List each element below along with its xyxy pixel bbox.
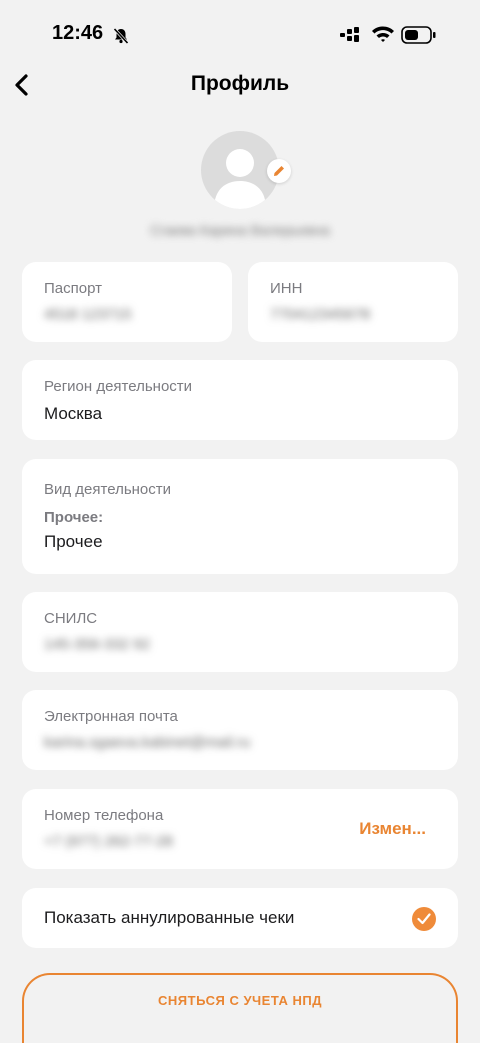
snils-value: 145-356-332 92 <box>44 636 150 653</box>
show-cancelled-row[interactable]: Показать аннулированные чеки <box>22 888 458 948</box>
activity-label: Вид деятельности <box>44 481 172 498</box>
deregister-button[interactable]: СНЯТЬСЯ С УЧЕТА НПД <box>22 973 458 1043</box>
battery-icon <box>401 26 437 49</box>
passport-card: Паспорт 4518 123715 <box>22 262 232 342</box>
inn-value: 770412345678 <box>270 306 371 323</box>
change-phone-button[interactable]: Измен... <box>359 819 426 839</box>
avatar-container <box>201 131 291 209</box>
phone-value: +7 (977) 262-77-28 <box>44 833 173 850</box>
bell-slash-icon <box>112 27 130 50</box>
passport-value: 4518 123715 <box>44 306 132 323</box>
checkmark-icon <box>417 913 431 925</box>
user-name: Сгаева Карина Валерьевна <box>150 222 330 238</box>
page-title: Профиль <box>190 72 290 95</box>
wifi-icon <box>371 25 395 48</box>
region-value: Москва <box>44 404 103 423</box>
pencil-icon <box>274 166 284 176</box>
status-bar: 12:46 <box>0 0 480 70</box>
phone-label: Номер телефона <box>44 807 164 824</box>
inn-label: ИНН <box>270 280 303 297</box>
edit-avatar-button[interactable] <box>267 159 291 183</box>
snils-card: СНИЛС 145-356-332 92 <box>22 592 458 672</box>
region-card[interactable]: Регион деятельности Москва <box>22 360 458 440</box>
snils-label: СНИЛС <box>44 610 98 627</box>
email-value: karina.sgaeva.kabinet@mail.ru <box>44 734 251 751</box>
show-cancelled-label: Показать аннулированные чеки <box>44 908 295 927</box>
inn-card: ИНН 770412345678 <box>248 262 458 342</box>
deregister-button-label: СНЯТЬСЯ С УЧЕТА НПД <box>158 993 322 1008</box>
email-card[interactable]: Электронная почта karina.sgaeva.kabinet@… <box>22 690 458 770</box>
show-cancelled-checkbox[interactable] <box>412 907 436 931</box>
activity-card[interactable]: Вид деятельности Прочее: Прочее <box>22 459 458 574</box>
email-label: Электронная почта <box>44 708 178 725</box>
cellular-signal-icon <box>340 27 364 48</box>
activity-value: Прочее <box>44 532 103 551</box>
passport-label: Паспорт <box>44 280 102 297</box>
phone-card: Номер телефона +7 (977) 262-77-28 Измен.… <box>22 789 458 869</box>
activity-sub-label: Прочее: <box>44 509 104 526</box>
nav-bar: Профиль <box>0 64 480 108</box>
region-label: Регион деятельности <box>44 378 193 395</box>
status-time: 12:46 <box>52 22 104 44</box>
